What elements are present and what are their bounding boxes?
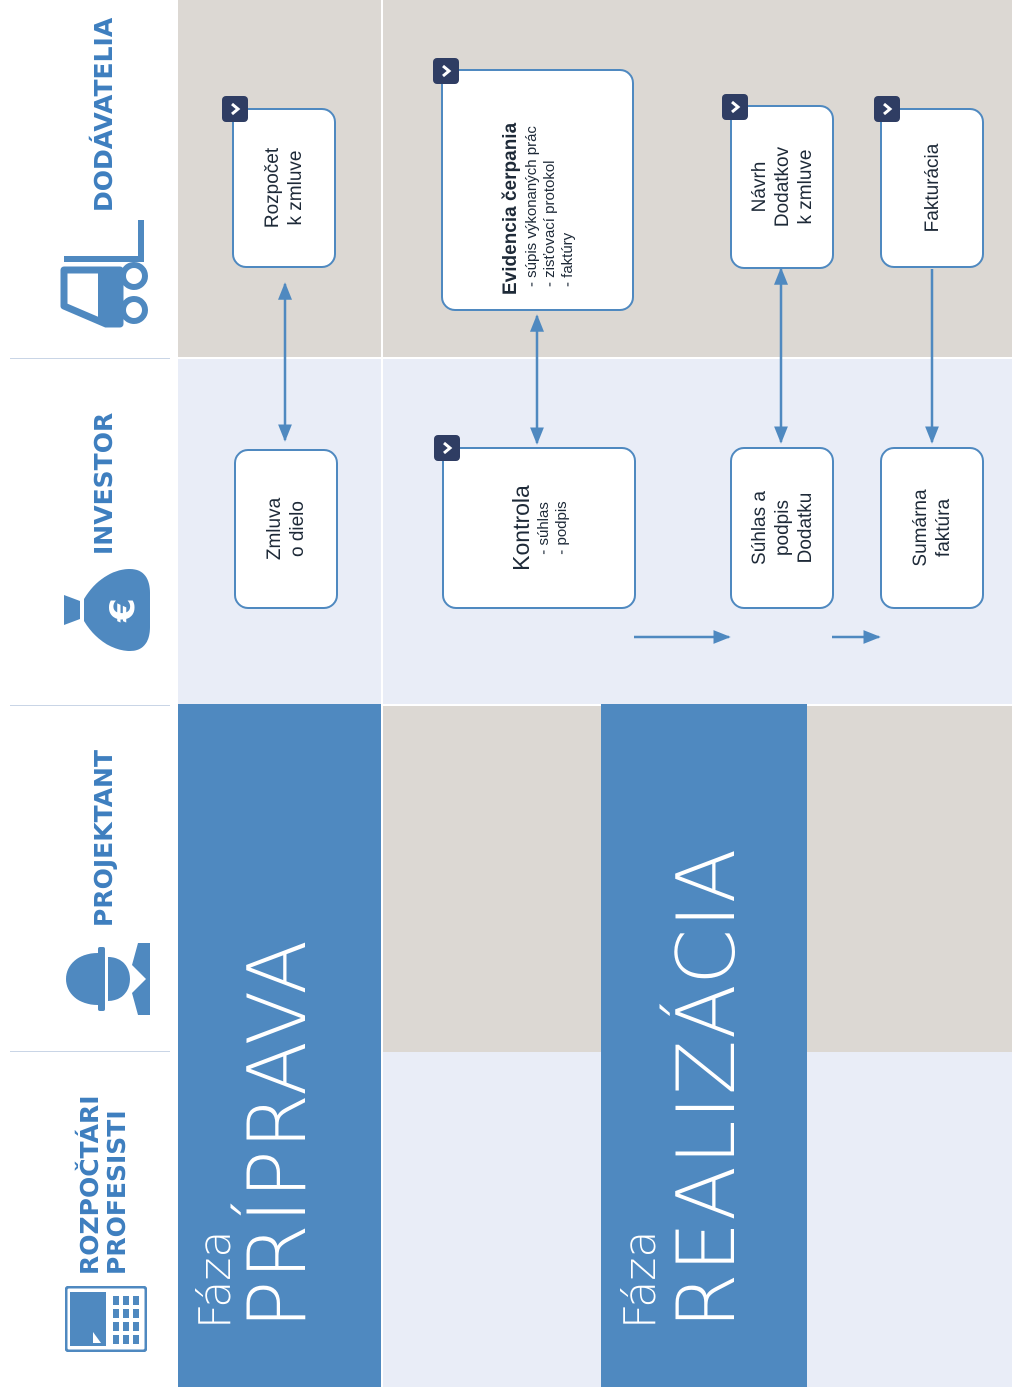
box-kontrola-title: Kontrola xyxy=(507,485,534,571)
box-zmluva-text: Zmluva o dielo xyxy=(264,497,308,561)
box-fakturacia-text: Fakturácia xyxy=(921,143,943,233)
box-kontrola-sub: - súhlas - podpis xyxy=(534,501,570,555)
box-kontrola: Kontrola - súhlas - podpis xyxy=(442,447,636,609)
box-navrh: Návrh Dodatkov k zmluve xyxy=(730,105,834,269)
box-suhlas: Súhlas a podpis Dodatku xyxy=(730,447,834,609)
diagram-stage: ROZPOČTÁRI PROFESISTI PROJEKTANT € INVES… xyxy=(0,0,1012,1387)
box-evidencia-title: Evidencia čerpania xyxy=(499,122,521,295)
chevron-down-icon[interactable] xyxy=(874,96,900,122)
chevron-down-icon[interactable] xyxy=(722,94,748,120)
box-rozpocet: Rozpočet k zmluve xyxy=(232,108,336,268)
box-zmluva: Zmluva o dielo xyxy=(234,449,338,609)
box-sumarna-text: Sumárna faktúra xyxy=(910,489,954,567)
process-diagram: ROZPOČTÁRI PROFESISTI PROJEKTANT € INVES… xyxy=(0,0,1012,1387)
box-navrh-text: Návrh Dodatkov k zmluve xyxy=(748,146,816,228)
box-evidencia-sub: - súpis výkonaných prác - zisťovací prot… xyxy=(522,126,576,287)
box-sumarna: Sumárna faktúra xyxy=(880,447,984,609)
box-suhlas-text: Súhlas a podpis Dodatku xyxy=(748,491,816,565)
chevron-down-icon[interactable] xyxy=(433,58,459,84)
box-fakturacia: Fakturácia xyxy=(880,108,984,268)
chevron-down-icon[interactable] xyxy=(222,96,248,122)
box-rozpocet-text: Rozpočet k zmluve xyxy=(262,147,306,229)
box-evidencia: Evidencia čerpania - súpis výkonaných pr… xyxy=(441,69,634,311)
chevron-down-icon[interactable] xyxy=(434,435,460,461)
